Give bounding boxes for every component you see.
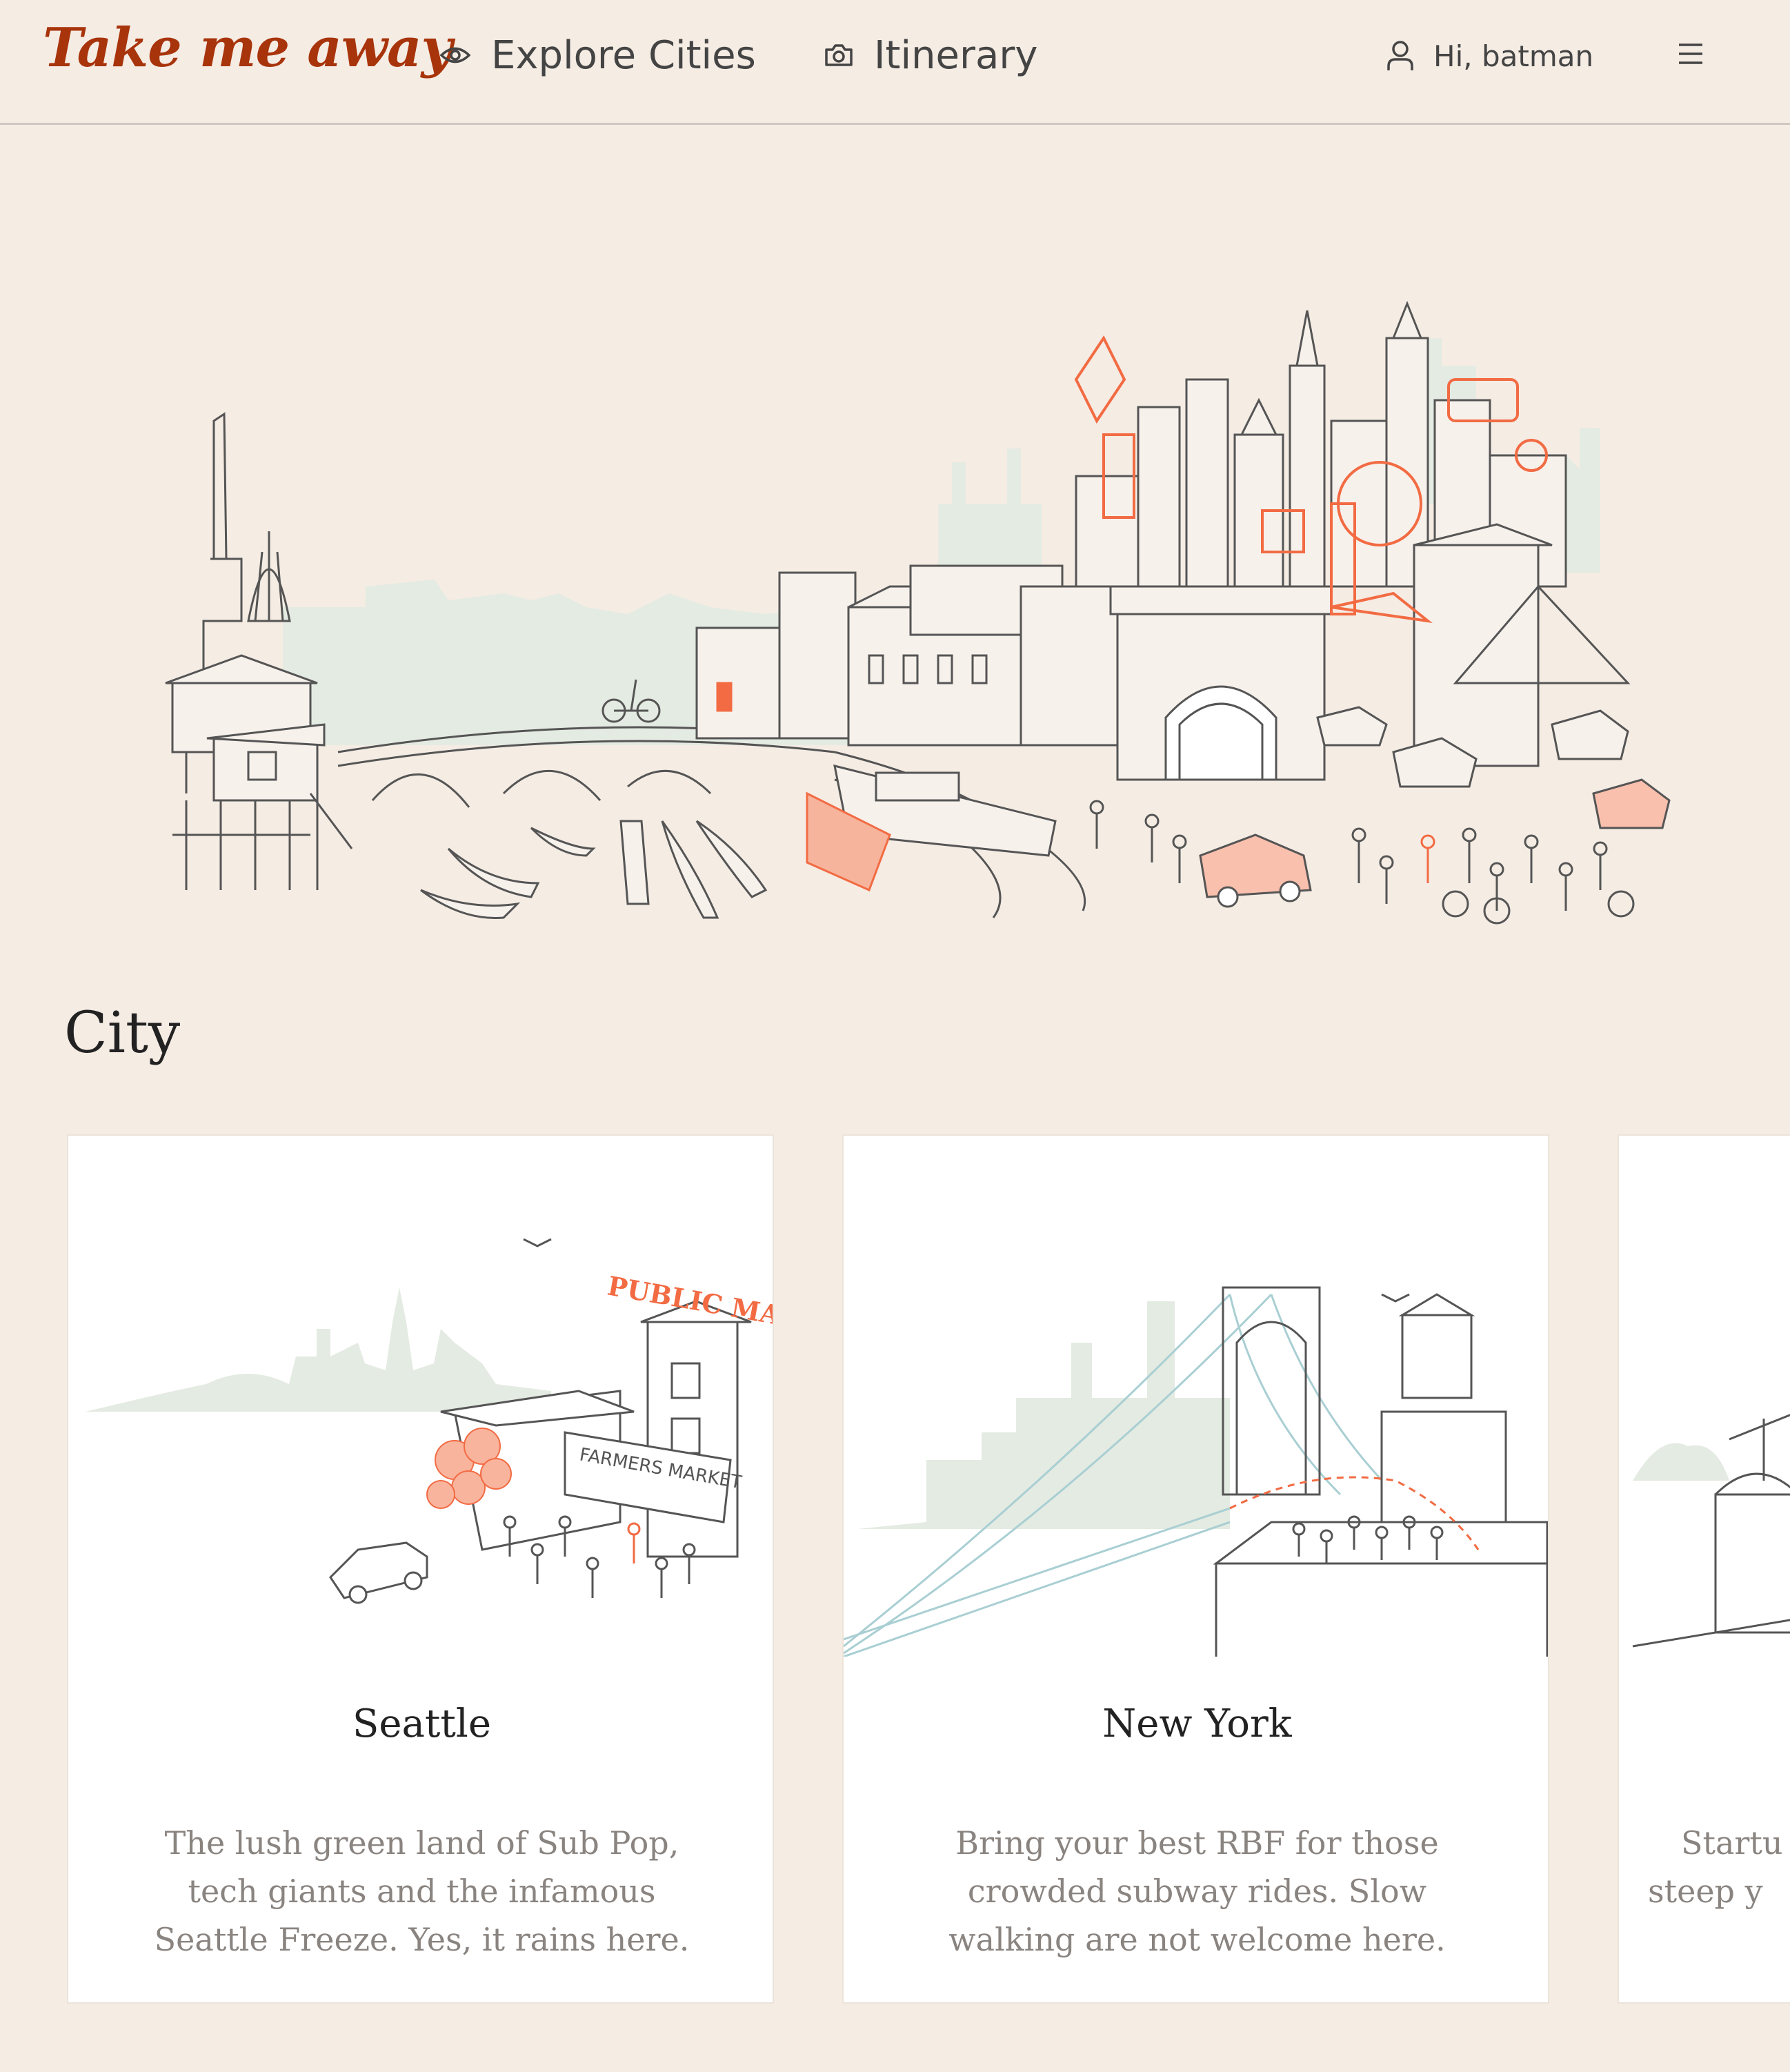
triumphal-arch bbox=[1109, 585, 1333, 781]
city-description: The lush green land of Sub Pop, tech gia… bbox=[154, 1824, 690, 1958]
nav-itinerary-label: Itinerary bbox=[874, 32, 1038, 78]
eye-icon bbox=[440, 47, 470, 63]
city-card-new-york[interactable]: New York Bring your best RBF for those c… bbox=[842, 1134, 1549, 2004]
user-greeting: Hi, batman bbox=[1433, 39, 1594, 73]
hamburger-menu-button[interactable] bbox=[1672, 36, 1708, 72]
city-card-seattle[interactable]: PUBLIC MARKET CENTER FARMERS MARKET Seat… bbox=[67, 1134, 774, 2004]
city-name: Seattle bbox=[352, 1701, 491, 1746]
city-card-partial[interactable]: Startu steep y bbox=[1618, 1134, 1790, 2004]
city-name: New York bbox=[1102, 1701, 1292, 1746]
seattle-illustration: PUBLIC MARKET CENTER FARMERS MARKET bbox=[86, 1238, 773, 1604]
section-title-city: City bbox=[64, 1000, 181, 1066]
camera-icon bbox=[825, 44, 853, 66]
nav-itinerary[interactable]: Itinerary bbox=[824, 28, 1037, 83]
top-navbar: Take me away Explore Cities Itinerary Hi… bbox=[0, 0, 1790, 125]
city-description: Bring your best RBF for those crowded su… bbox=[948, 1824, 1446, 1958]
nav-explore-cities[interactable]: Explore Cities bbox=[440, 28, 756, 83]
old-town bbox=[695, 564, 1119, 747]
nav-explore-label: Explore Cities bbox=[491, 32, 756, 78]
san-francisco-illustration bbox=[1632, 1414, 1790, 1648]
user-account[interactable]: Hi, batman bbox=[1386, 32, 1593, 80]
city-description-line: steep y bbox=[1648, 1873, 1763, 1910]
hamburger-menu-icon bbox=[1679, 43, 1702, 64]
user-icon bbox=[1387, 41, 1413, 70]
hero-cityscape-illustration bbox=[165, 300, 1671, 925]
city-description-line: Startu bbox=[1681, 1824, 1783, 1862]
crowd bbox=[1089, 800, 1635, 925]
brand-logo[interactable]: Take me away bbox=[43, 17, 453, 79]
boats bbox=[420, 764, 1057, 919]
new-york-illustration bbox=[844, 1286, 1548, 1657]
